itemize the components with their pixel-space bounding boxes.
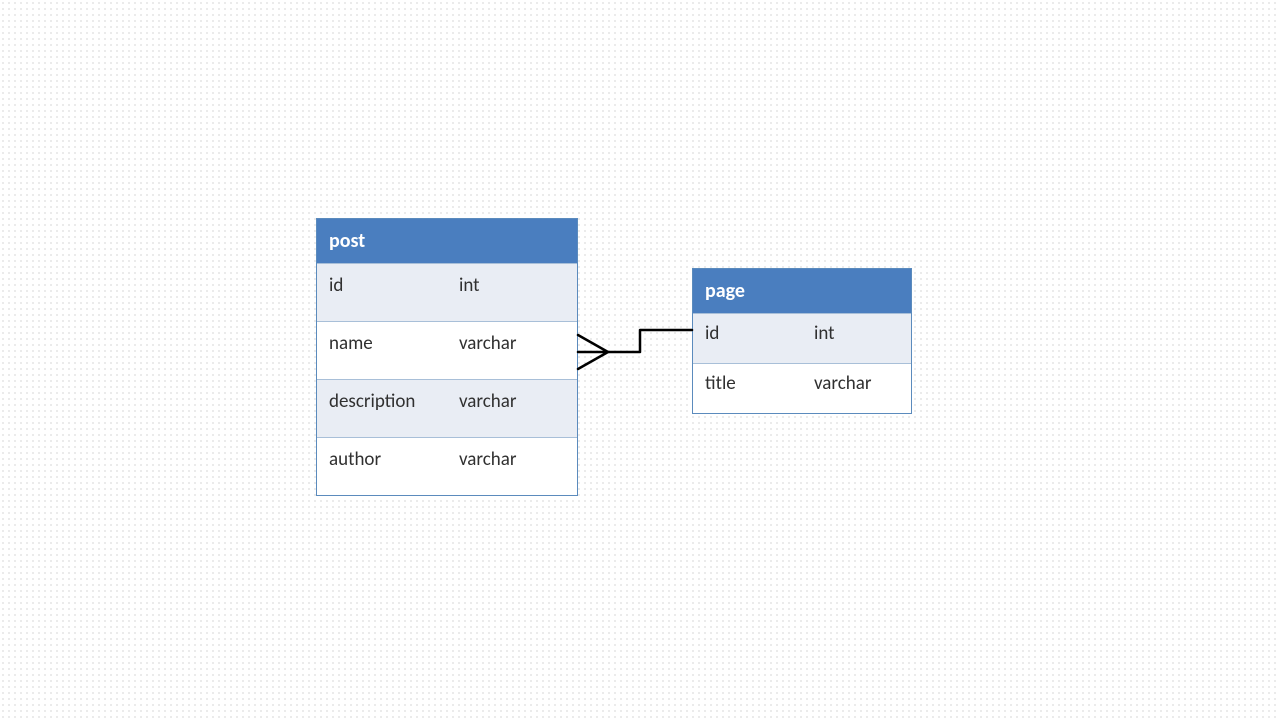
column-name: name	[317, 322, 447, 379]
entity-page-title: page	[705, 279, 745, 303]
column-type: varchar	[447, 380, 577, 437]
entity-post-row-name: name varchar	[317, 321, 577, 379]
entity-page-header: page	[693, 269, 911, 313]
entity-post-title: post	[329, 229, 365, 253]
column-name: description	[317, 380, 447, 437]
entity-page-row-id: id int	[693, 313, 911, 363]
entity-post-row-id: id int	[317, 263, 577, 321]
column-type: int	[802, 314, 911, 363]
column-type: int	[447, 264, 577, 321]
entity-page: page id int title varchar	[692, 268, 912, 414]
column-name: id	[317, 264, 447, 321]
entity-post-row-author: author varchar	[317, 437, 577, 495]
column-name: title	[693, 364, 802, 413]
column-type: varchar	[447, 322, 577, 379]
entity-post-row-description: description varchar	[317, 379, 577, 437]
column-type: varchar	[802, 364, 911, 413]
entity-page-row-title: title varchar	[693, 363, 911, 413]
relationship-connector	[0, 0, 1280, 720]
column-name: author	[317, 438, 447, 495]
entity-post-header: post	[317, 219, 577, 263]
column-type: varchar	[447, 438, 577, 495]
column-name: id	[693, 314, 802, 363]
entity-post: post id int name varchar description var…	[316, 218, 578, 496]
